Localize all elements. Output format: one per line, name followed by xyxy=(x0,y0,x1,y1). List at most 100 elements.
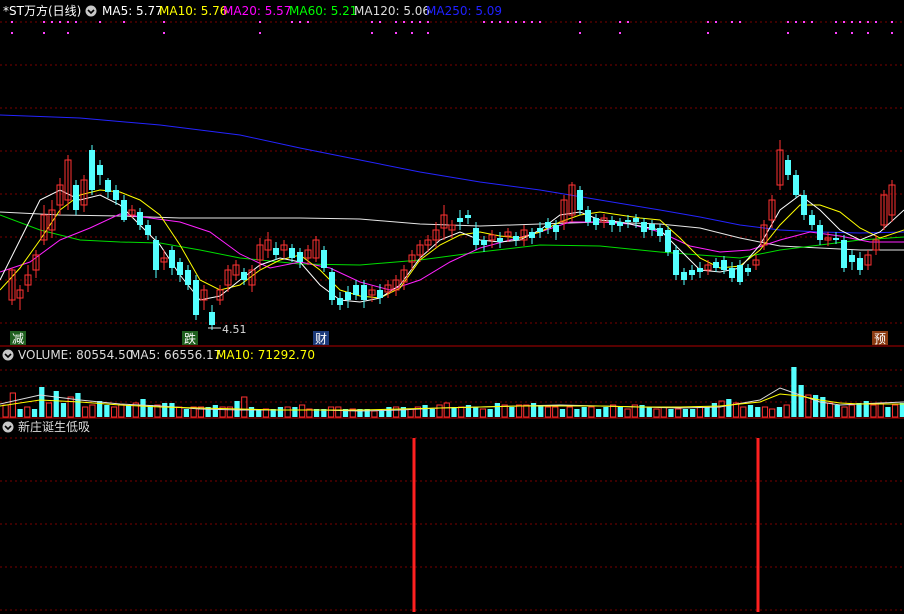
candlestick xyxy=(40,205,48,245)
candlestick xyxy=(280,240,288,258)
signal-dot xyxy=(67,21,69,23)
volume-bar xyxy=(241,396,248,418)
candlestick xyxy=(729,262,735,282)
volume-bar xyxy=(82,406,89,418)
candlestick xyxy=(232,260,240,280)
ma60-label: MA60: 5.21 xyxy=(289,4,357,18)
collapse-chevron-icon[interactable] xyxy=(85,5,97,17)
volume-bar xyxy=(523,404,530,418)
event-marker-finance[interactable]: 财 xyxy=(313,331,329,346)
candle-body xyxy=(273,248,279,255)
candle-body xyxy=(793,175,799,195)
signal-dot xyxy=(419,21,421,23)
candlestick xyxy=(752,255,760,270)
signal-dot xyxy=(499,21,501,23)
ma250-label: MA250: 5.09 xyxy=(426,4,502,18)
signal-dot xyxy=(123,21,125,23)
svg-text:预: 预 xyxy=(874,332,886,346)
candlestick xyxy=(673,245,679,280)
candlestick xyxy=(657,224,663,242)
volume-bar xyxy=(870,404,877,418)
volume-bar xyxy=(118,404,125,418)
volume-bar xyxy=(834,405,840,417)
volume-bar xyxy=(646,407,652,417)
candlestick xyxy=(345,286,351,308)
volume-bar xyxy=(826,402,834,418)
candlestick xyxy=(185,265,191,290)
candle-body xyxy=(513,236,519,240)
volume-bar xyxy=(9,392,16,418)
candlestick xyxy=(56,178,64,215)
ma120-label: MA120: 5.06 xyxy=(354,4,430,18)
signal-dot xyxy=(843,21,845,23)
candle-body xyxy=(73,185,79,210)
candlestick xyxy=(392,275,400,296)
candlestick xyxy=(448,220,456,238)
candle-body xyxy=(585,210,591,222)
signal-dot xyxy=(163,32,165,34)
candlestick xyxy=(689,265,695,280)
indicator-title: 新庄诞生低吸 xyxy=(18,419,90,434)
volume-bar xyxy=(2,404,9,418)
candle-body xyxy=(673,250,679,275)
candle-body xyxy=(593,218,599,225)
stock-chart[interactable]: *ST万方(日线) MA5: 5.77 MA10: 5.76 MA20: 5.5… xyxy=(0,0,904,614)
volume-bar xyxy=(747,405,754,417)
candle-body xyxy=(97,165,103,175)
candle-body xyxy=(737,265,743,282)
svg-text:跌: 跌 xyxy=(184,331,196,346)
signal-dot xyxy=(259,21,261,23)
candle-body xyxy=(177,262,183,275)
candlestick xyxy=(793,170,799,198)
candle-body xyxy=(665,230,671,252)
ma10-label: MA10: 5.76 xyxy=(159,4,227,18)
candlestick xyxy=(153,236,159,278)
candle-body xyxy=(105,180,111,192)
volume-bar xyxy=(458,406,465,418)
candlestick xyxy=(704,260,712,275)
candlestick xyxy=(768,195,776,228)
candle-body xyxy=(481,240,487,245)
volume-bar xyxy=(515,404,523,418)
volume-bar xyxy=(443,402,450,418)
volume-bar xyxy=(653,408,660,418)
volume-bar xyxy=(393,406,400,418)
candlestick xyxy=(321,246,327,272)
candle-body xyxy=(329,272,335,300)
candle-body xyxy=(241,272,247,280)
volume-bar xyxy=(668,409,674,417)
candle-body xyxy=(817,225,823,240)
signal-dot xyxy=(523,21,525,23)
candle-body xyxy=(633,218,639,222)
candlestick xyxy=(32,250,40,278)
volume-bar xyxy=(212,405,218,417)
signal-dot xyxy=(395,32,397,34)
candlestick xyxy=(681,268,687,285)
signal-dot xyxy=(483,21,485,23)
volume-bar xyxy=(487,409,493,417)
signal-dot xyxy=(811,21,813,23)
volume-bar xyxy=(379,411,385,417)
candlestick xyxy=(713,258,719,272)
candlestick xyxy=(353,280,359,300)
event-marker-fall[interactable]: 跌 xyxy=(182,331,198,346)
candle-body xyxy=(377,290,383,298)
candlestick xyxy=(264,232,272,258)
volume-bar xyxy=(718,400,725,418)
candle-body xyxy=(833,238,839,240)
indicator-chevron-icon[interactable] xyxy=(2,421,14,433)
candle-body xyxy=(801,195,807,215)
signal-dot xyxy=(875,21,877,23)
moving-average-lines xyxy=(0,114,904,303)
volume-bar xyxy=(711,403,717,417)
volume-bar xyxy=(899,403,904,417)
volume-bar xyxy=(473,407,479,417)
signal-dot xyxy=(835,21,837,23)
candlestick xyxy=(545,218,551,234)
candle-body xyxy=(345,292,351,300)
candlestick xyxy=(193,275,199,320)
candle-body xyxy=(577,190,583,210)
volume-chevron-icon[interactable] xyxy=(2,349,14,361)
event-marker-reduce[interactable]: 减 xyxy=(10,331,26,346)
event-marker-forecast[interactable]: 预 xyxy=(872,331,888,346)
